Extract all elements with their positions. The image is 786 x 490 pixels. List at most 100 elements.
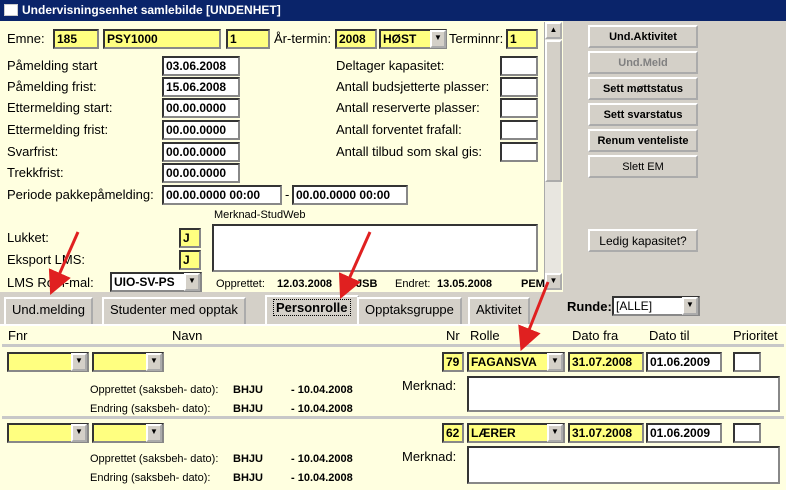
prioritet-field[interactable] [733,352,761,372]
endring-saksbeh-dato: - 10.04.2008 [291,472,353,484]
slett-em-button[interactable]: Slett EM [588,155,698,178]
merknad-textarea[interactable] [467,446,780,484]
opprettet-saksbeh: BHJU [233,384,263,396]
scroll-up-icon[interactable]: ▲ [545,22,562,39]
tab-opptaksgruppe[interactable]: Opptaksgruppe [357,297,462,324]
window-title-bar: Undervisningsenhet samlebilde [UNDENHET] [0,0,786,21]
terminnr-label: Terminnr: [449,31,504,46]
endring-saksbeh: BHJU [233,403,263,415]
rolle-value: LÆRER [471,426,516,440]
tab-und-melding[interactable]: Und.melding [4,297,93,324]
col-prioritet: Prioritet [733,328,778,343]
ettermelding-frist-label: Ettermelding frist: [7,122,109,137]
forventet-frafall-field[interactable] [500,120,538,140]
periode-fra-field[interactable]: 00.00.0000 00:00 [162,185,282,205]
window-title: Undervisningsenhet samlebilde [UNDENHET] [22,3,281,17]
periode-separator: - [285,187,290,202]
scroll-down-icon[interactable]: ▼ [545,273,562,290]
rolle-value: FAGANSVA [471,355,537,369]
opprettet-saksbeh: BHJU [233,453,263,465]
reserverte-plasser-field[interactable] [500,98,538,118]
dato-fra-field[interactable]: 31.07.2008 [568,352,644,372]
und-aktivitet-button[interactable]: Und.Aktivitet [588,25,698,48]
navn-chevron-down-icon[interactable]: ▼ [146,424,162,442]
terminnr-field[interactable]: 1 [506,29,538,49]
lukket-field[interactable]: J [179,228,201,248]
runde-value: [ALLE] [616,299,653,313]
pamelding-frist-field[interactable]: 15.06.2008 [162,77,240,97]
tilbud-label: Antall tilbud som skal gis: [336,144,482,159]
pamelding-start-field[interactable]: 03.06.2008 [162,56,240,76]
eksport-lms-field[interactable]: J [179,250,201,270]
navn-chevron-down-icon[interactable]: ▼ [146,353,162,371]
arstermin-label: År-termin: [274,31,332,46]
col-nr: Nr [446,328,460,343]
ettermelding-start-field[interactable]: 00.00.0000 [162,98,240,118]
periode-til-field[interactable]: 00.00.0000 00:00 [292,185,408,205]
row-separator [2,416,784,419]
col-fnr: Fnr [8,328,28,343]
scroll-thumb[interactable] [545,40,562,182]
tab-studenter-med-opptak[interactable]: Studenter med opptak [102,297,246,324]
termin-value: HØST [383,32,417,46]
trekkfrist-field[interactable]: 00.00.0000 [162,163,240,183]
budsjetterte-plasser-label: Antall budsjetterte plasser: [336,79,490,94]
prioritet-field[interactable] [733,423,761,443]
fnr-chevron-down-icon[interactable]: ▼ [71,353,87,371]
col-dato-fra: Dato fra [572,328,619,343]
renum-venteliste-button[interactable]: Renum venteliste [588,129,698,152]
endret-label: Endret: [395,278,431,290]
header-scrollbar[interactable]: ▲ ▼ [544,22,562,290]
opprettet-saksbeh-label: Opprettet (saksbeh- dato): [90,453,219,465]
und-meld-button[interactable]: Und.Meld [588,51,698,74]
dato-til-field[interactable]: 01.06.2009 [646,423,722,443]
rolle-chevron-down-icon[interactable]: ▼ [547,424,563,442]
ettermelding-start-label: Ettermelding start: [7,100,113,115]
endring-saksbeh: BHJU [233,472,263,484]
merknad-label: Merknad: [402,378,457,393]
sett-svarstatus-button[interactable]: Sett svarstatus [588,103,698,126]
svarfrist-label: Svarfrist: [7,144,59,159]
row-separator [2,344,784,347]
pamelding-frist-label: Påmelding frist: [7,79,97,94]
ar-field[interactable]: 2008 [335,29,377,49]
col-navn: Navn [172,328,203,343]
tab-personrolle[interactable]: Personrolle [265,295,359,325]
emne-label: Emne: [7,31,45,46]
merknad-studweb-textarea[interactable] [212,224,538,272]
budsjetterte-plasser-field[interactable] [500,77,538,97]
nr-field[interactable]: 79 [442,352,464,372]
tilbud-field[interactable] [500,142,538,162]
window-icon[interactable] [4,4,18,16]
reserverte-plasser-label: Antall reserverte plasser: [336,100,480,115]
ettermelding-frist-field[interactable]: 00.00.0000 [162,120,240,140]
deltager-kapasitet-field[interactable] [500,56,538,76]
opprettet-saksbeh-dato: - 10.04.2008 [291,453,353,465]
forventet-frafall-label: Antall forventet frafall: [336,122,462,137]
opprettet-saksbeh-dato: - 10.04.2008 [291,384,353,396]
rolle-chevron-down-icon[interactable]: ▼ [547,353,563,371]
dato-til-field[interactable]: 01.06.2009 [646,352,722,372]
lms-rommal-chevron-down-icon[interactable]: ▼ [184,273,200,291]
col-rolle: Rolle [470,328,500,343]
trekkfrist-label: Trekkfrist: [7,165,64,180]
termin-dropdown-chevron-down-icon[interactable]: ▼ [430,30,446,48]
merknad-textarea[interactable] [467,376,780,412]
endring-saksbeh-label: Endring (saksbeh- dato): [90,403,211,415]
emne-kode-field[interactable]: PSY1000 [103,29,221,49]
runde-label: Runde: [567,299,612,314]
tab-aktivitet[interactable]: Aktivitet [468,297,530,324]
runde-chevron-down-icon[interactable]: ▼ [682,297,698,315]
opprettet-av: JSB [356,278,378,290]
fnr-chevron-down-icon[interactable]: ▼ [71,424,87,442]
sett-mottstatus-button[interactable]: Sett møttstatus [588,77,698,100]
lms-rommal-label: LMS Rom-mal: [7,275,94,290]
ledig-kapasitet-button[interactable]: Ledig kapasitet? [588,229,698,252]
emne-inst-field[interactable]: 185 [53,29,99,49]
opprettet-saksbeh-label: Opprettet (saksbeh- dato): [90,384,219,396]
emne-versjon-field[interactable]: 1 [226,29,270,49]
dato-fra-field[interactable]: 31.07.2008 [568,423,644,443]
svarfrist-field[interactable]: 00.00.0000 [162,142,240,162]
endring-saksbeh-label: Endring (saksbeh- dato): [90,472,211,484]
nr-field[interactable]: 62 [442,423,464,443]
